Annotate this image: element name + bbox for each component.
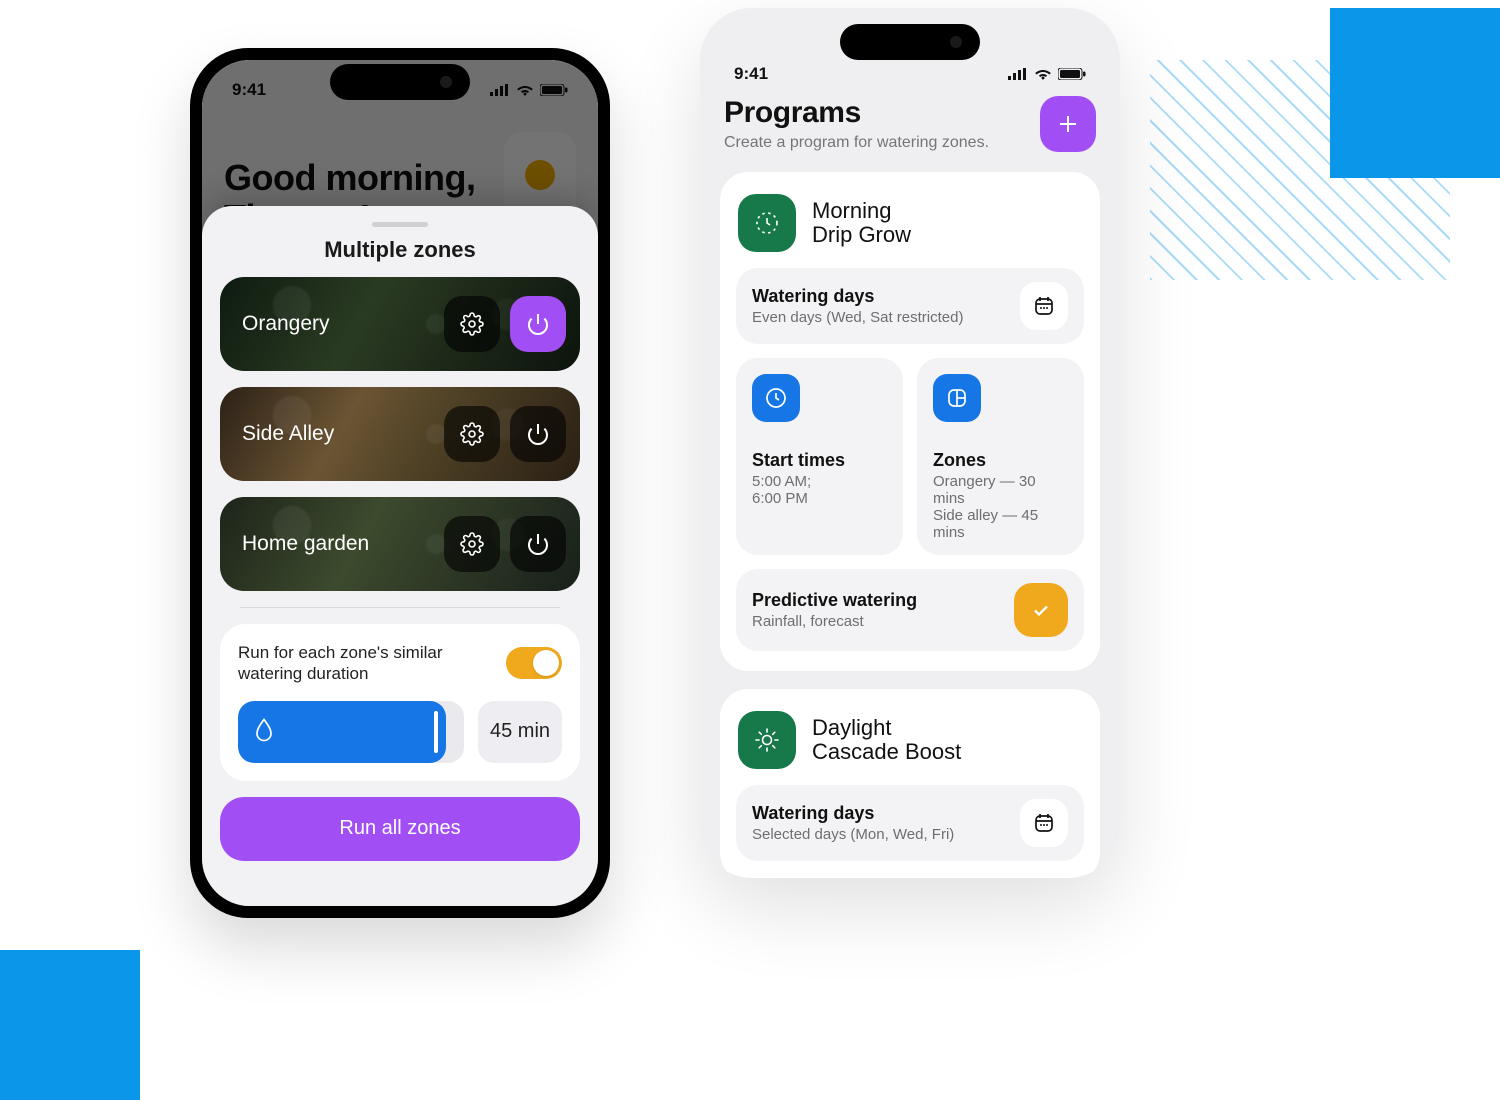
calendar-button[interactable] <box>1020 282 1068 330</box>
bg-square-bottom <box>0 950 140 1100</box>
clock-icon <box>764 386 788 410</box>
program-icon <box>738 194 796 252</box>
watering-days-row[interactable]: Watering days Even days (Wed, Sat restri… <box>736 268 1084 344</box>
drop-icon <box>254 717 274 746</box>
status-time: 9:41 <box>734 64 768 84</box>
zone-settings-button[interactable] <box>444 296 500 352</box>
program-icon <box>738 711 796 769</box>
program-name: Daylight Cascade Boost <box>812 716 961 764</box>
predictive-title: Predictive watering <box>752 590 917 611</box>
duration-value: 45 min <box>478 701 562 763</box>
check-icon <box>1030 599 1052 621</box>
calendar-button[interactable] <box>1020 799 1068 847</box>
zones-title: Zones <box>933 450 1068 471</box>
duration-toggle-label: Run for each zone's similar watering dur… <box>238 642 492 685</box>
add-program-button[interactable] <box>1040 96 1096 152</box>
watering-days-value: Even days (Wed, Sat restricted) <box>752 309 963 326</box>
page-title: Programs <box>724 96 1026 130</box>
zones-chip <box>933 374 981 422</box>
zone-name: Home garden <box>242 532 444 556</box>
phone-right: 9:41 Programs Create a program for water… <box>700 8 1120 878</box>
power-icon <box>526 312 550 336</box>
watering-days-value: Selected days (Mon, Wed, Fri) <box>752 826 954 843</box>
predictive-value: Rainfall, forecast <box>752 613 917 630</box>
notch <box>330 64 470 100</box>
battery-icon <box>1058 68 1086 80</box>
zone-name: Side Alley <box>242 422 444 446</box>
zone-power-button[interactable] <box>510 516 566 572</box>
zone-name: Orangery <box>242 312 444 336</box>
divider <box>240 607 560 608</box>
duration-toggle[interactable] <box>506 647 562 679</box>
zone-settings-button[interactable] <box>444 516 500 572</box>
power-icon <box>526 422 550 446</box>
status-icons <box>1008 68 1086 80</box>
sheet-grabber[interactable] <box>372 222 428 227</box>
program-card[interactable]: Morning Drip Grow Watering days Even day… <box>720 172 1100 671</box>
start-times-value: 5:00 AM; 6:00 PM <box>752 473 887 507</box>
zone-settings-button[interactable] <box>444 406 500 462</box>
notch <box>840 24 980 60</box>
watering-days-row[interactable]: Watering days Selected days (Mon, Wed, F… <box>736 785 1084 861</box>
zones-value: Orangery — 30 mins Side alley — 45 mins <box>933 473 1068 541</box>
program-card[interactable]: Daylight Cascade Boost Watering days Sel… <box>720 689 1100 878</box>
gear-icon <box>460 532 484 556</box>
gear-icon <box>460 422 484 446</box>
page-subtitle: Create a program for watering zones. <box>724 134 1026 152</box>
run-all-zones-label: Run all zones <box>339 817 460 840</box>
run-all-zones-button[interactable]: Run all zones <box>220 797 580 861</box>
zones-card[interactable]: Zones Orangery — 30 mins Side alley — 45… <box>917 358 1084 555</box>
zone-card-home-garden[interactable]: Home garden <box>220 497 580 591</box>
bg-square-top <box>1330 8 1500 178</box>
calendar-icon <box>1033 812 1055 834</box>
zone-power-button[interactable] <box>510 406 566 462</box>
power-icon <box>526 532 550 556</box>
predictive-watering-row[interactable]: Predictive watering Rainfall, forecast <box>736 569 1084 651</box>
duration-slider[interactable] <box>238 701 464 763</box>
watering-days-title: Watering days <box>752 286 963 307</box>
start-times-card[interactable]: Start times 5:00 AM; 6:00 PM <box>736 358 903 555</box>
/clock-dotted-icon <box>753 209 781 237</box>
phone-left: 9:41 Good morning, Thomas! <box>190 48 610 918</box>
sheet-multiple-zones: Multiple zones Orangery S <box>202 206 598 906</box>
grid-icon <box>945 386 969 410</box>
zone-power-button[interactable] <box>510 296 566 352</box>
sheet-title: Multiple zones <box>220 237 580 263</box>
zone-card-orangery[interactable]: Orangery <box>220 277 580 371</box>
clock-chip <box>752 374 800 422</box>
wifi-icon <box>1034 68 1052 80</box>
start-times-title: Start times <box>752 450 887 471</box>
plus-icon <box>1057 113 1079 135</box>
calendar-icon <box>1033 295 1055 317</box>
signal-icon <box>1008 68 1028 80</box>
status-bar: 9:41 <box>720 64 1100 84</box>
zone-card-side-alley[interactable]: Side Alley <box>220 387 580 481</box>
duration-panel: Run for each zone's similar watering dur… <box>220 624 580 781</box>
gear-icon <box>460 312 484 336</box>
sun-icon <box>753 726 781 754</box>
predictive-toggle[interactable] <box>1014 583 1068 637</box>
watering-days-title: Watering days <box>752 803 954 824</box>
program-name: Morning Drip Grow <box>812 199 911 247</box>
